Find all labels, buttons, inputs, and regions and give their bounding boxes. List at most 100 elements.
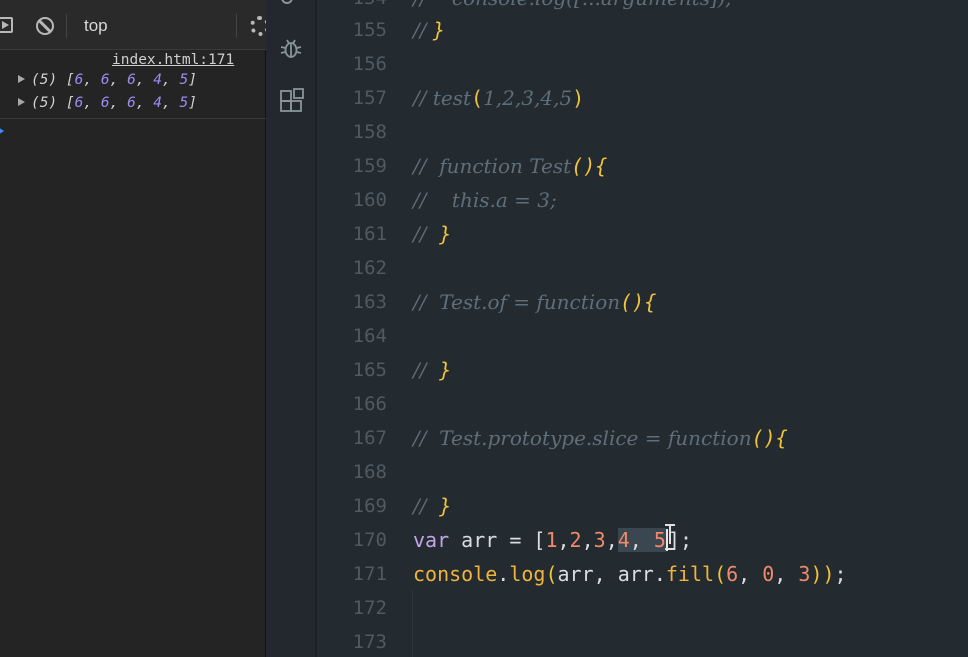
expand-triangle-icon[interactable] (18, 98, 25, 106)
line-number: 171 (352, 563, 387, 585)
mouse-ibeam-cursor-icon (665, 524, 675, 550)
comment-text: // (413, 494, 440, 518)
text-selection: 4, 5 (617, 528, 666, 552)
paren-token: ( (471, 86, 484, 110)
array-value: 5 (179, 72, 189, 88)
code-text: arr, arr. (557, 562, 666, 586)
line-number: 160 (352, 189, 387, 211)
toolbar-divider (66, 14, 67, 38)
code-text: . (497, 562, 510, 586)
array-value: 6 (127, 95, 136, 111)
code-text: , (581, 528, 594, 552)
line-number: 157 (352, 87, 387, 109)
array-value: 5 (179, 95, 189, 111)
brace-token: } (439, 494, 452, 518)
array-value: 6 (74, 95, 84, 111)
paren-token: ( (545, 562, 558, 586)
code-line[interactable]: // } (413, 13, 445, 47)
brace-token: (){ (751, 426, 788, 450)
comment-text: // console.log([...arguments]); (413, 0, 732, 10)
array-value: 4 (153, 95, 163, 111)
code-text: , (605, 528, 618, 552)
line-number: 158 (352, 121, 387, 143)
line-number: 161 (352, 223, 387, 245)
code-text: ; (834, 562, 847, 586)
comment-text: // (413, 222, 440, 246)
console-prompt-caret-icon[interactable] (0, 127, 4, 135)
console-log-entry[interactable]: (5) [6, 6, 6, 4, 5] (18, 72, 197, 92)
expand-triangle-icon[interactable] (18, 75, 25, 83)
code-line[interactable]: // } (413, 353, 451, 387)
array-value: 6 (127, 72, 136, 88)
extensions-icon[interactable] (279, 88, 305, 114)
comment-text: // (413, 358, 440, 382)
console-toolbar: top (0, 0, 270, 50)
log-count: (5) (31, 95, 58, 111)
code-line[interactable]: console.log(arr, arr.fill(6, 0, 3)); (413, 557, 847, 591)
line-number: 167 (352, 427, 387, 449)
code-line[interactable]: // } (413, 489, 451, 523)
identifier-token: console (413, 562, 498, 586)
line-number: 162 (352, 257, 387, 279)
code-line[interactable]: // Test.of = function(){ (413, 285, 656, 319)
brace-token: (){ (620, 290, 657, 314)
line-number: 164 (352, 325, 387, 347)
number-token: 3 (798, 562, 811, 586)
line-number: 172 (352, 597, 387, 619)
line-number: 165 (352, 359, 387, 381)
debug-icon[interactable] (280, 38, 302, 60)
number-token: 3 (593, 528, 606, 552)
context-selector[interactable]: top (84, 16, 108, 36)
devtools-console-panel: top index.html:171 (5) [6, 6, 6, 4, 5] (… (0, 0, 270, 657)
source-control-icon[interactable] (281, 0, 293, 4)
code-text: , (738, 562, 763, 586)
code-editor[interactable]: 154 155 156 157 158 159 160 161 162 163 … (317, 0, 968, 657)
console-divider (0, 118, 266, 119)
array-value: 4 (153, 72, 163, 88)
array-value: 6 (100, 72, 110, 88)
line-number: 155 (352, 19, 387, 41)
paren-token: )) (810, 562, 835, 586)
line-number: 166 (352, 393, 387, 415)
comment-text: // Test.prototype.slice = function (413, 426, 752, 450)
line-number: 168 (352, 461, 387, 483)
console-log-entry[interactable]: (5) [6, 6, 6, 4, 5] (18, 95, 197, 115)
source-link[interactable]: index.html:171 (112, 52, 234, 68)
code-text: arr = [ (449, 528, 546, 552)
line-number: 163 (352, 291, 387, 313)
code-line[interactable]: var arr = [1,2,3,4, 5]; (413, 523, 692, 557)
line-number: 169 (352, 495, 387, 517)
run-snippet-icon[interactable] (0, 17, 13, 33)
code-line[interactable]: // console.log([...arguments]); (413, 0, 732, 15)
number-token: 0 (762, 562, 775, 586)
code-line[interactable]: // function Test(){ (413, 149, 607, 183)
toolbar-divider (236, 14, 237, 38)
code-line[interactable]: // } (413, 217, 451, 251)
array-value: 6 (100, 95, 110, 111)
line-number: 173 (352, 631, 387, 653)
line-number: 159 (352, 155, 387, 177)
comment-text: // this.a = 3; (413, 188, 557, 212)
code-line[interactable]: // this.a = 3; (413, 183, 557, 217)
code-line[interactable]: // Test.prototype.slice = function(){ (413, 421, 788, 455)
function-token: log (509, 562, 546, 586)
activity-bar (266, 0, 316, 657)
brace-token: } (439, 358, 452, 382)
number-token: 4 (617, 528, 630, 552)
array-value: 6 (74, 72, 84, 88)
function-token: fill (665, 562, 715, 586)
line-number: 170 (352, 529, 387, 551)
code-line[interactable]: // test(1,2,3,4,5) (413, 81, 584, 115)
brace-token: (){ (571, 154, 608, 178)
log-count: (5) (31, 72, 58, 88)
number-token: 1 (545, 528, 558, 552)
paren-token: ) (572, 86, 585, 110)
number-token: 2 (569, 528, 582, 552)
indent-guide (412, 590, 413, 657)
comment-text: // test (413, 86, 472, 110)
code-text: , (629, 528, 654, 552)
clear-console-icon[interactable] (36, 17, 54, 35)
code-text: , (557, 528, 570, 552)
comment-text: // (413, 18, 433, 42)
comment-text: // function Test (413, 154, 572, 178)
